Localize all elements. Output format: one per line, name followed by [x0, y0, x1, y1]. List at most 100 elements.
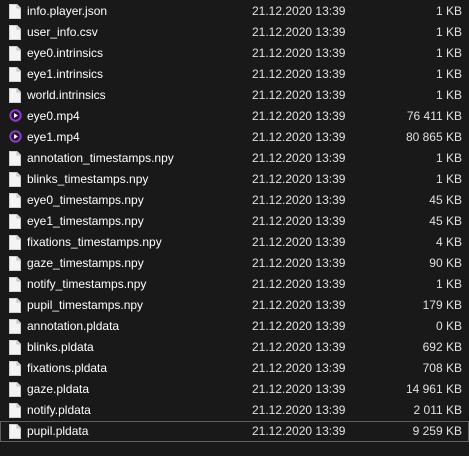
file-row[interactable]: world.intrinsics 21.12.2020 13:39 1 KB: [0, 85, 469, 106]
file-name: notify_timestamps.npy: [27, 277, 147, 291]
file-date-modified: 21.12.2020 13:39: [252, 4, 346, 18]
file-name: eye0.mp4: [27, 109, 80, 123]
file-name: eye1.mp4: [27, 130, 80, 144]
file-name: info.player.json: [27, 4, 108, 18]
document-icon: [9, 193, 21, 208]
file-date-modified: 21.12.2020 13:39: [252, 214, 346, 228]
file-size: 1 KB: [435, 88, 462, 102]
file-date-modified: 21.12.2020 13:39: [252, 277, 346, 291]
file-size: 708 KB: [422, 361, 462, 375]
file-name: eye0.intrinsics: [27, 46, 104, 60]
file-name: gaze_timestamps.npy: [27, 256, 144, 270]
file-size: 45 KB: [429, 193, 462, 207]
file-size: 90 KB: [429, 256, 462, 270]
file-size: 1 KB: [435, 277, 462, 291]
file-date-modified: 21.12.2020 13:39: [252, 235, 346, 249]
file-row[interactable]: blinks.pldata 21.12.2020 13:39 692 KB: [0, 337, 469, 358]
file-size: 76 411 KB: [406, 109, 462, 123]
file-date-modified: 21.12.2020 13:39: [252, 319, 346, 333]
document-icon: [9, 319, 21, 334]
file-date-modified: 21.12.2020 13:39: [252, 25, 346, 39]
file-name: blinks.pldata: [27, 340, 94, 354]
file-name: fixations_timestamps.npy: [27, 235, 162, 249]
file-size: 1 KB: [435, 25, 462, 39]
file-row[interactable]: eye0_timestamps.npy 21.12.2020 13:39 45 …: [0, 190, 469, 211]
file-date-modified: 21.12.2020 13:39: [252, 172, 346, 186]
document-icon: [9, 340, 21, 355]
file-row[interactable]: info.player.json 21.12.2020 13:39 1 KB: [0, 1, 469, 22]
file-name: pupil.pldata: [27, 424, 89, 438]
file-date-modified: 21.12.2020 13:39: [252, 424, 346, 438]
file-name: user_info.csv: [27, 25, 98, 39]
file-name: annotation.pldata: [27, 319, 120, 333]
file-row[interactable]: gaze.pldata 21.12.2020 13:39 14 961 KB: [0, 379, 469, 400]
file-size: 0 KB: [435, 319, 462, 333]
file-size: 692 KB: [422, 340, 462, 354]
file-size: 4 KB: [435, 235, 462, 249]
file-row[interactable]: pupil_timestamps.npy 21.12.2020 13:39 17…: [0, 295, 469, 316]
file-name: eye0_timestamps.npy: [27, 193, 144, 207]
file-row[interactable]: user_info.csv 21.12.2020 13:39 1 KB: [0, 22, 469, 43]
file-name: pupil_timestamps.npy: [27, 298, 144, 312]
file-row[interactable]: annotation.pldata 21.12.2020 13:39 0 KB: [0, 316, 469, 337]
document-icon: [9, 403, 21, 418]
file-row[interactable]: eye1.mp4 21.12.2020 13:39 80 865 KB: [0, 127, 469, 148]
file-row[interactable]: eye1.intrinsics 21.12.2020 13:39 1 KB: [0, 64, 469, 85]
file-name: world.intrinsics: [27, 88, 106, 102]
document-icon: [9, 235, 21, 250]
file-date-modified: 21.12.2020 13:39: [252, 382, 346, 396]
file-size: 1 KB: [435, 4, 462, 18]
document-icon: [9, 67, 21, 82]
file-size: 1 KB: [435, 172, 462, 186]
file-row[interactable]: blinks_timestamps.npy 21.12.2020 13:39 1…: [0, 169, 469, 190]
file-date-modified: 21.12.2020 13:39: [252, 256, 346, 270]
document-icon: [9, 4, 21, 19]
document-icon: [9, 151, 21, 166]
file-size: 1 KB: [435, 151, 462, 165]
document-icon: [9, 298, 21, 313]
file-date-modified: 21.12.2020 13:39: [252, 298, 346, 312]
document-icon: [9, 361, 21, 376]
file-size: 1 KB: [435, 67, 462, 81]
file-row[interactable]: notify.pldata 21.12.2020 13:39 2 011 KB: [0, 400, 469, 421]
file-row-selected[interactable]: pupil.pldata 21.12.2020 13:39 9 259 KB: [0, 421, 469, 442]
file-name: gaze.pldata: [27, 382, 90, 396]
file-date-modified: 21.12.2020 13:39: [252, 46, 346, 60]
file-row[interactable]: annotation_timestamps.npy 21.12.2020 13:…: [0, 148, 469, 169]
file-date-modified: 21.12.2020 13:39: [252, 193, 346, 207]
file-size: 1 KB: [435, 46, 462, 60]
file-row[interactable]: fixations_timestamps.npy 21.12.2020 13:3…: [0, 232, 469, 253]
file-name: eye1.intrinsics: [27, 67, 104, 81]
document-icon: [9, 88, 21, 103]
file-date-modified: 21.12.2020 13:39: [252, 151, 346, 165]
file-size: 14 961 KB: [405, 382, 462, 396]
document-icon: [9, 214, 21, 229]
file-date-modified: 21.12.2020 13:39: [252, 340, 346, 354]
file-row[interactable]: fixations.pldata 21.12.2020 13:39 708 KB: [0, 358, 469, 379]
document-icon: [9, 424, 21, 439]
file-date-modified: 21.12.2020 13:39: [252, 109, 346, 123]
file-name: fixations.pldata: [27, 361, 108, 375]
file-name: eye1_timestamps.npy: [27, 214, 144, 228]
document-icon: [9, 256, 21, 271]
file-list: info.player.json 21.12.2020 13:39 1 KB u…: [0, 1, 469, 442]
file-date-modified: 21.12.2020 13:39: [252, 403, 346, 417]
file-size: 45 KB: [429, 214, 462, 228]
file-size: 9 259 KB: [412, 424, 462, 438]
file-date-modified: 21.12.2020 13:39: [252, 361, 346, 375]
file-date-modified: 21.12.2020 13:39: [252, 130, 346, 144]
document-icon: [9, 46, 21, 61]
file-name: annotation_timestamps.npy: [27, 151, 174, 165]
file-row[interactable]: notify_timestamps.npy 21.12.2020 13:39 1…: [0, 274, 469, 295]
file-size: 80 865 KB: [405, 130, 462, 144]
file-name: blinks_timestamps.npy: [27, 172, 149, 186]
file-row[interactable]: eye1_timestamps.npy 21.12.2020 13:39 45 …: [0, 211, 469, 232]
document-icon: [9, 382, 21, 397]
file-date-modified: 21.12.2020 13:39: [252, 88, 346, 102]
file-row[interactable]: gaze_timestamps.npy 21.12.2020 13:39 90 …: [0, 253, 469, 274]
file-size: 179 KB: [422, 298, 462, 312]
file-row[interactable]: eye0.intrinsics 21.12.2020 13:39 1 KB: [0, 43, 469, 64]
document-icon: [9, 172, 21, 187]
file-row[interactable]: eye0.mp4 21.12.2020 13:39 76 411 KB: [0, 106, 469, 127]
file-name: notify.pldata: [27, 403, 91, 417]
